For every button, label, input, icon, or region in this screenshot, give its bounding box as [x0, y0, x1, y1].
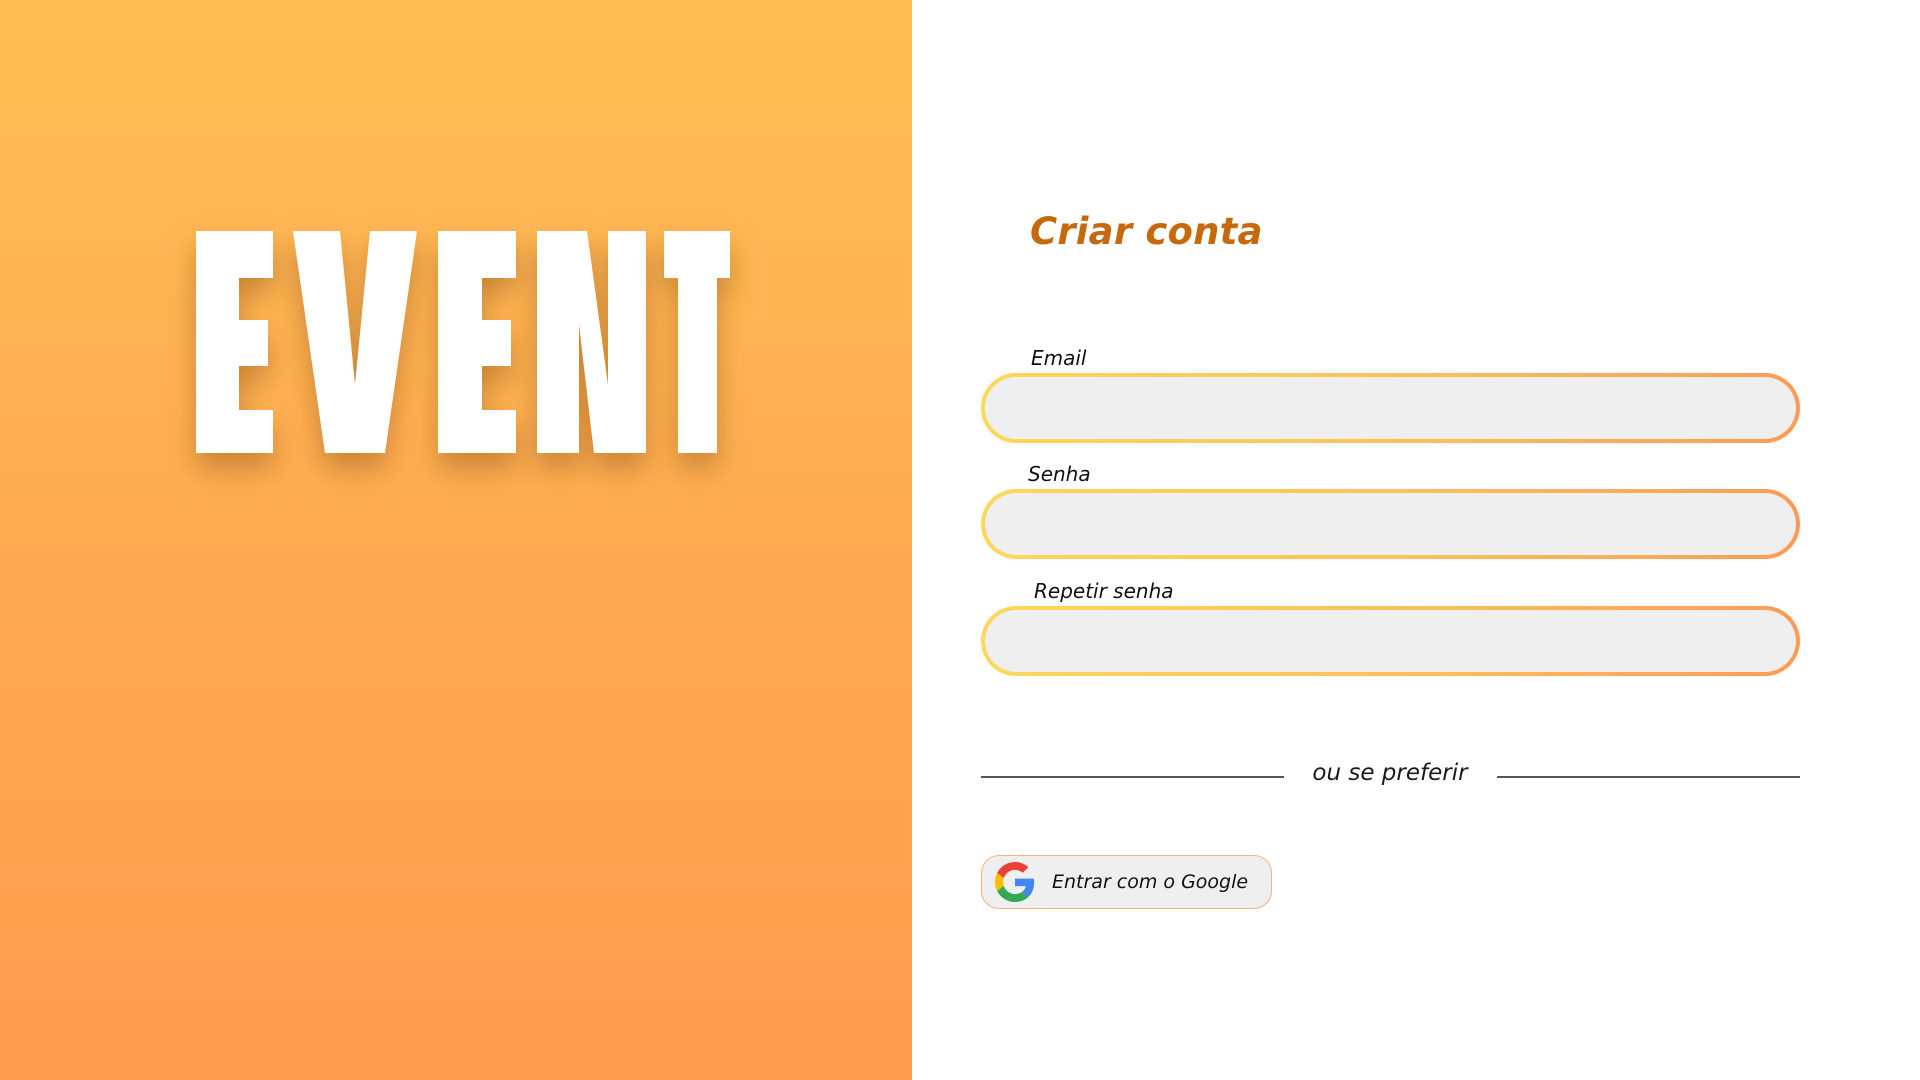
password-field-frame	[981, 489, 1800, 559]
logo-letter-v	[293, 231, 417, 453]
form-title: Criar conta	[1030, 210, 1263, 253]
logo-text: EVENT	[733, 228, 734, 229]
repeat-password-field-frame	[981, 606, 1800, 676]
email-label: Email	[1031, 346, 1087, 370]
signup-page: EVENT Criar conta Email Senha Repetir se…	[0, 0, 1920, 1080]
divider-line-left	[981, 776, 1284, 778]
email-input[interactable]	[985, 377, 1796, 439]
divider-line-right	[1497, 776, 1800, 778]
logo-letter-e2	[438, 231, 516, 453]
brand-panel: EVENT	[0, 0, 912, 1080]
logo-letter-t	[664, 231, 730, 453]
logo-letter-n	[537, 231, 646, 453]
divider-text: ou se preferir	[1312, 760, 1468, 786]
google-icon	[995, 862, 1035, 902]
email-field-frame	[981, 373, 1800, 443]
password-input[interactable]	[985, 493, 1796, 555]
google-signin-button[interactable]: Entrar com o Google	[981, 855, 1272, 909]
repeat-password-label: Repetir senha	[1034, 579, 1174, 603]
repeat-password-input[interactable]	[985, 610, 1796, 672]
logo-letter-e1	[196, 231, 273, 453]
event-logo: EVENT	[193, 228, 733, 458]
password-label: Senha	[1028, 462, 1091, 486]
google-signin-label: Entrar com o Google	[1052, 871, 1249, 893]
